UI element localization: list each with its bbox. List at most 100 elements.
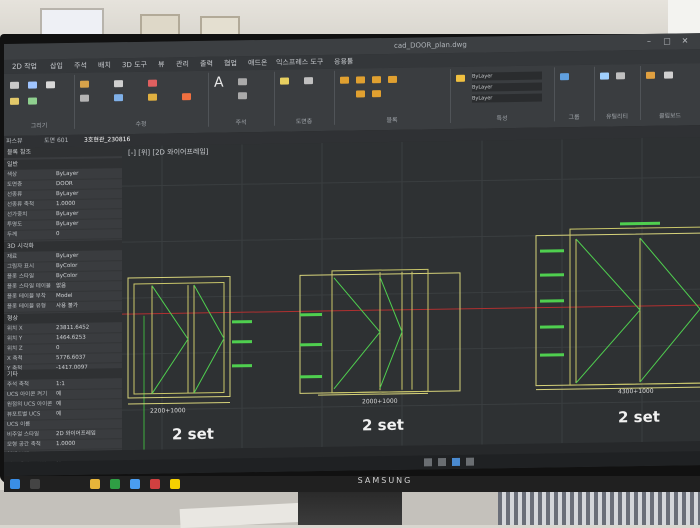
property-value[interactable]: 0 xyxy=(56,229,60,239)
menu-tab[interactable]: 협업 xyxy=(224,56,237,70)
menu-tab[interactable]: 뷰 xyxy=(158,57,164,71)
copy-icon[interactable] xyxy=(114,80,123,88)
menu-tab[interactable]: 관리 xyxy=(176,57,189,71)
ortho-icon[interactable] xyxy=(452,457,460,466)
property-value[interactable]: ByColor xyxy=(56,271,77,281)
doc-tab[interactable]: 파스뷰 xyxy=(6,136,23,148)
minimize-icon[interactable]: – xyxy=(644,37,654,47)
property-key: 재료 xyxy=(7,253,18,260)
polyline-icon[interactable] xyxy=(10,97,19,105)
file-explorer-icon[interactable] xyxy=(90,479,100,489)
insert-block-icon[interactable] xyxy=(340,76,349,84)
menu-tab[interactable]: 익스프레스 도구 xyxy=(276,55,323,70)
mirror-icon[interactable] xyxy=(114,94,123,102)
create-block-icon[interactable] xyxy=(356,76,365,84)
property-value[interactable]: ByLayer xyxy=(56,209,78,219)
arc-icon[interactable] xyxy=(46,81,55,89)
property-value[interactable]: 없음 xyxy=(56,281,66,291)
property-value[interactable]: 1.0000 xyxy=(56,439,75,449)
block-tool-icon[interactable] xyxy=(356,90,365,98)
property-value[interactable]: DOOR xyxy=(56,179,73,189)
line-icon[interactable] xyxy=(10,81,19,89)
property-value[interactable]: 1:1 xyxy=(56,379,65,389)
property-value[interactable]: 예 xyxy=(56,409,61,419)
move-icon[interactable] xyxy=(80,80,89,88)
property-value[interactable]: 0 xyxy=(56,343,60,353)
circle-icon[interactable] xyxy=(28,81,37,89)
ribbon-group-label: 블록 xyxy=(386,116,398,124)
property-key: 두께 xyxy=(7,231,18,238)
attribute-icon[interactable] xyxy=(388,75,397,83)
doc-tab[interactable]: 도면 601 xyxy=(44,135,68,147)
lineweight-dropdown[interactable]: ByLayer xyxy=(472,93,542,103)
chrome-icon[interactable] xyxy=(130,479,140,489)
scale-icon[interactable] xyxy=(148,93,157,101)
menu-tab[interactable]: 응용툴 xyxy=(334,55,353,69)
leader-icon[interactable] xyxy=(238,92,247,100)
group-icon[interactable] xyxy=(560,73,569,81)
property-value[interactable]: 예 xyxy=(56,399,61,409)
dimension-text: 2200+1000 xyxy=(150,407,186,415)
set-label: 2 set xyxy=(362,415,404,435)
trim-icon[interactable] xyxy=(148,79,157,87)
menu-tab[interactable]: 주석 xyxy=(74,59,87,73)
property-value[interactable]: ByLayer xyxy=(56,219,78,229)
property-value[interactable]: 사용 불가 xyxy=(56,301,78,311)
block-tool-icon[interactable] xyxy=(372,90,381,98)
property-value[interactable]: ByLayer xyxy=(56,169,78,179)
menu-tab[interactable]: 2D 작업 xyxy=(12,59,37,73)
menu-tab[interactable]: 3D 도구 xyxy=(122,58,147,72)
kakaotalk-icon[interactable] xyxy=(170,479,180,489)
property-value[interactable]: ByLayer xyxy=(56,189,78,199)
drawing-canvas[interactable]: [-] [위] [2D 와이어프레임] 2200+1000 2000+1000 … xyxy=(122,137,700,451)
cad-app-icon[interactable] xyxy=(150,479,160,489)
doc-tab-active[interactable]: 3호현관_230816 xyxy=(84,134,130,147)
color-dropdown[interactable]: ByLayer xyxy=(472,71,542,81)
cad-drawing xyxy=(122,137,700,450)
measure-icon[interactable] xyxy=(600,72,609,80)
property-value[interactable]: 5776.6037 xyxy=(56,353,86,363)
edit-block-icon[interactable] xyxy=(372,76,381,84)
grid-icon[interactable] xyxy=(438,458,446,467)
excel-icon[interactable] xyxy=(110,479,120,489)
calculator-icon[interactable] xyxy=(616,72,625,80)
text-icon[interactable]: A xyxy=(214,75,224,91)
door-elevation-2 xyxy=(299,268,461,396)
striped-cloth xyxy=(498,488,700,525)
layer-icon[interactable] xyxy=(280,77,289,85)
windows-start-icon[interactable] xyxy=(10,479,20,489)
paste-icon[interactable] xyxy=(646,71,655,79)
layer-state-icon[interactable] xyxy=(304,77,313,85)
maximize-icon[interactable]: □ xyxy=(662,37,672,47)
property-value[interactable]: 1464.6253 xyxy=(56,333,86,343)
copy-clip-icon[interactable] xyxy=(664,71,673,79)
linetype-dropdown[interactable]: ByLayer xyxy=(472,82,542,92)
erase-icon[interactable] xyxy=(182,93,191,101)
property-value[interactable]: 23811.6452 xyxy=(56,323,89,334)
snap-icon[interactable] xyxy=(424,458,432,467)
match-properties-icon[interactable] xyxy=(456,74,465,82)
property-row[interactable]: 플롯 테이블 유형 사용 불가 xyxy=(4,300,122,313)
dimension-icon[interactable] xyxy=(238,78,247,86)
property-value[interactable]: ByLayer xyxy=(56,251,78,261)
property-value[interactable]: ByColor xyxy=(56,261,77,271)
property-key: UCS 아이콘 켜기 xyxy=(7,391,48,398)
property-value[interactable]: 1.0000 xyxy=(56,199,75,209)
rectangle-icon[interactable] xyxy=(28,97,37,105)
close-icon[interactable]: ✕ xyxy=(680,36,690,46)
property-value[interactable]: 예 xyxy=(56,389,61,399)
property-value[interactable]: 2D 와이어프레임 xyxy=(56,429,96,440)
menu-tab[interactable]: 삽입 xyxy=(50,59,63,73)
property-row[interactable]: 두께 0 xyxy=(4,228,122,241)
rotate-icon[interactable] xyxy=(80,94,89,102)
osnap-icon[interactable] xyxy=(466,457,474,466)
menu-tab[interactable]: 애드온 xyxy=(248,56,267,70)
property-key: 선종류 축척 xyxy=(7,201,35,208)
selection-dropdown[interactable]: 블록 참조 xyxy=(4,146,122,158)
view-label[interactable]: [-] [위] [2D 와이어프레임] xyxy=(128,147,209,158)
ribbon-group-groups: 그룹 xyxy=(554,66,595,122)
menu-tab[interactable]: 출력 xyxy=(200,57,213,71)
search-icon[interactable] xyxy=(30,479,40,489)
menu-tab[interactable]: 배치 xyxy=(98,58,111,72)
property-value[interactable]: Model xyxy=(56,291,73,301)
